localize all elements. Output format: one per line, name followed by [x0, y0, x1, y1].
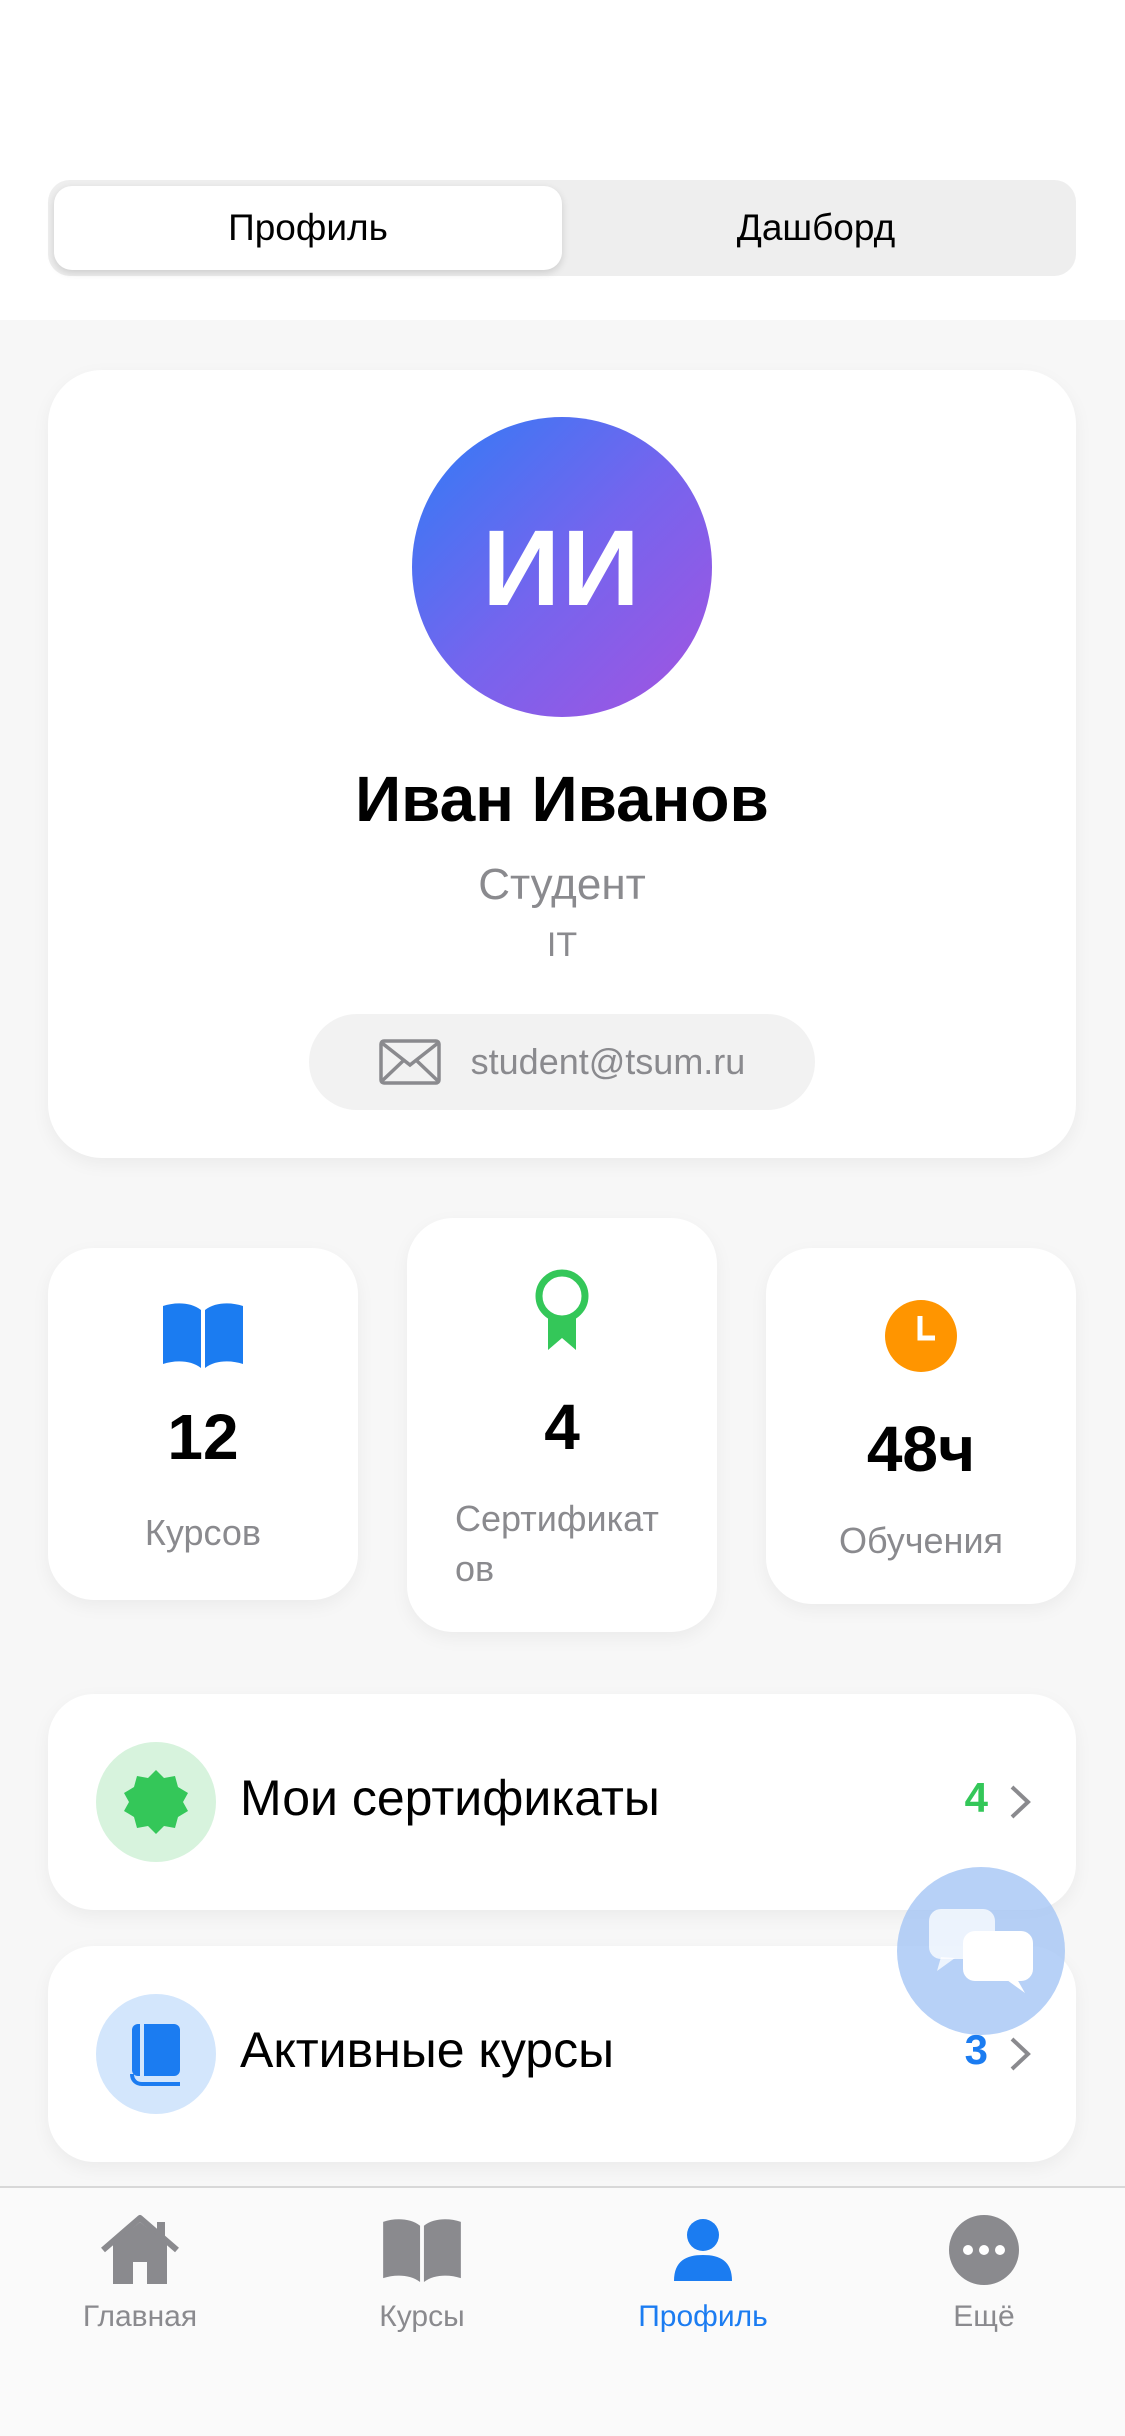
tab-profile-label: Профиль [638, 2300, 768, 2333]
chevron-right-icon [1010, 1785, 1031, 1819]
certificates-label-line1: Сертификат [455, 1498, 659, 1539]
chevron-right-icon [1010, 2037, 1031, 2071]
book-icon [48, 1300, 358, 1370]
user-name: Иван Иванов [355, 763, 769, 835]
courses-count: 12 [167, 1401, 239, 1473]
profile-dashboard-switch: Профиль Дашборд [48, 180, 1076, 276]
stat-certificates: 4 Сертификат ов [407, 1218, 717, 1632]
user-role: Студент [478, 860, 646, 909]
award-ribbon-icon [407, 1268, 717, 1352]
my-certificates-count: 4 [964, 1774, 988, 1821]
profile-card: ИИ Иван Иванов Студент IT student@tsum.r… [48, 370, 1076, 1158]
ellipsis-circle-icon [948, 2210, 1020, 2290]
top-bar: Профиль Дашборд [0, 0, 1125, 320]
my-certificates-row[interactable]: Мои сертификаты 4 [48, 1694, 1076, 1910]
certificates-count: 4 [544, 1391, 580, 1463]
stat-courses: 12 Курсов [48, 1248, 358, 1600]
chat-bubbles-icon [929, 1909, 1033, 1993]
tab-bar: Главная Курсы Профиль Ещё [0, 2186, 1125, 2436]
learning-hours-value: 48ч [866, 1413, 976, 1485]
email-text: student@tsum.ru [470, 1041, 746, 1082]
my-certificates-title: Мои сертификаты [240, 1770, 660, 1826]
house-icon [99, 2210, 181, 2290]
tab-courses[interactable]: Курсы [322, 2210, 522, 2334]
tab-home-label: Главная [82, 2300, 198, 2333]
tab-home[interactable]: Главная [40, 2210, 240, 2334]
certificates-label-line2: ов [455, 1548, 495, 1589]
courses-label: Курсов [144, 1512, 262, 1553]
learning-hours-label: Обучения [838, 1520, 1004, 1561]
clock-icon [766, 1300, 1076, 1372]
chat-button[interactable] [897, 1867, 1065, 2035]
email-badge[interactable]: student@tsum.ru [309, 1014, 815, 1110]
certificates-label: Сертификат ов [455, 1494, 659, 1594]
open-book-icon [381, 2210, 463, 2290]
segment-dashboard[interactable]: Дашборд [562, 186, 1070, 270]
envelope-icon [378, 1039, 441, 1085]
tab-more-label: Ещё [953, 2300, 1015, 2333]
tab-courses-label: Курсы [379, 2300, 465, 2333]
tab-more[interactable]: Ещё [884, 2210, 1084, 2334]
book-closed-icon [96, 1994, 216, 2114]
active-courses-title: Активные курсы [240, 2022, 615, 2078]
seal-badge-icon [96, 1742, 216, 1862]
segment-profile[interactable]: Профиль [54, 186, 562, 270]
user-department: IT [546, 926, 578, 964]
avatar: ИИ [412, 417, 712, 717]
tab-profile[interactable]: Профиль [603, 2210, 803, 2334]
stat-learning-hours: 48ч Обучения [766, 1248, 1076, 1604]
person-icon [672, 2210, 734, 2290]
